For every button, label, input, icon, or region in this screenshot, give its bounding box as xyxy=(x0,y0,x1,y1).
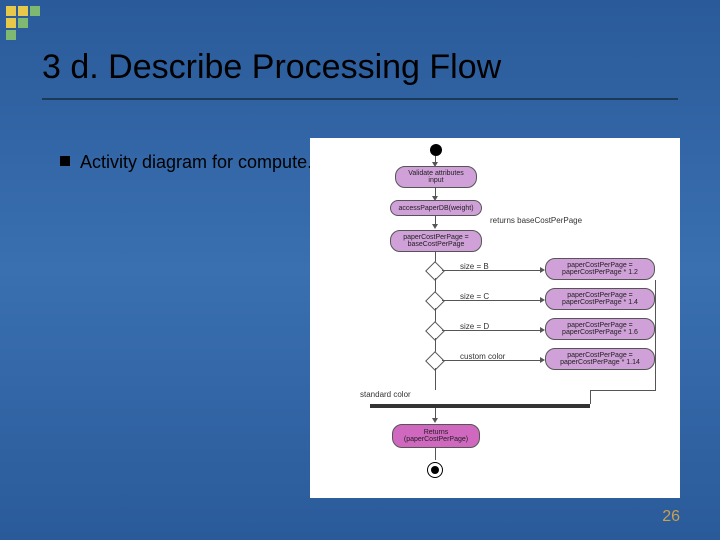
title-divider xyxy=(42,98,678,100)
start-node xyxy=(430,144,442,156)
end-node xyxy=(427,462,443,478)
return-node: Returns (paperCostPerPage) xyxy=(392,424,480,448)
activity-diagram: Validate attributes input accessPaperDB(… xyxy=(310,138,680,498)
assign-base-node: paperCostPerPage = baseCostPerPage xyxy=(390,230,482,252)
validate-node: Validate attributes input xyxy=(395,166,477,188)
mult12-node: paperCostPerPage = paperCostPerPage * 1.… xyxy=(545,258,655,280)
mult16-node: paperCostPerPage = paperCostPerPage * 1.… xyxy=(545,318,655,340)
page-number: 26 xyxy=(662,508,680,526)
mult114-node: paperCostPerPage = paperCostPerPage * 1.… xyxy=(545,348,655,370)
returns-base-label: returns baseCostPerPage xyxy=(490,216,582,225)
standard-color-label: standard color xyxy=(360,390,411,399)
mult14-node: paperCostPerPage = paperCostPerPage * 1.… xyxy=(545,288,655,310)
bullet-marker xyxy=(60,156,70,166)
join-bar xyxy=(370,404,590,408)
slide-title: 3 d. Describe Processing Flow xyxy=(42,48,501,87)
access-node: accessPaperDB(weight) xyxy=(390,200,482,216)
corner-squares xyxy=(6,6,40,40)
